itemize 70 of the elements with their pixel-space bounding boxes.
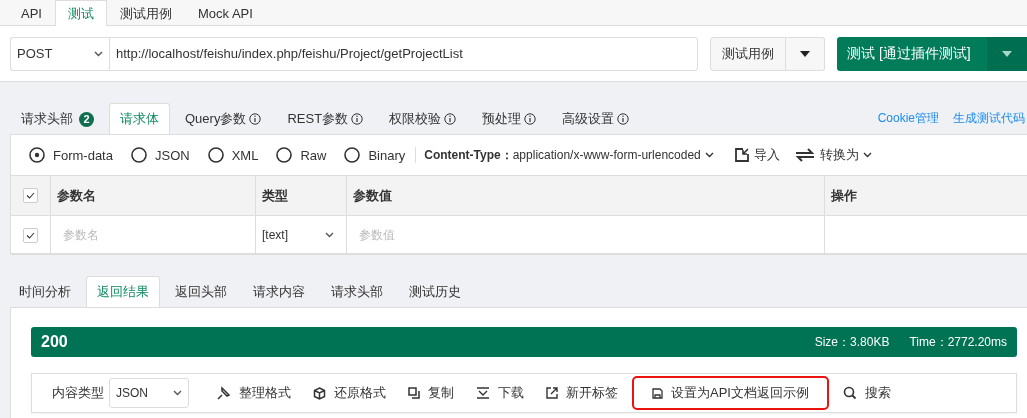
dropdown-button[interactable] [987,36,1027,71]
toolbar-button[interactable]: 转换为 [793,146,872,164]
test-case-button[interactable]: 测试用例 [710,36,786,71]
checkbox[interactable] [23,227,38,243]
toolbar-button[interactable]: 还原格式 [305,376,394,410]
save-icon [652,387,663,399]
copy-icon [408,387,420,399]
radio-option[interactable]: XML [207,147,259,163]
chevron-down-icon [173,390,182,396]
toolbar-button[interactable]: 搜索 [834,376,899,410]
tab[interactable]: 请求内容 [242,276,316,307]
radio-option[interactable]: Raw [276,147,327,163]
tab[interactable]: 请求头部 2 [10,103,105,134]
cube-icon [313,386,326,400]
chevron-down-icon [93,50,103,57]
tab[interactable]: 测试用例 [106,0,185,26]
radio-option[interactable]: Binary [344,147,406,163]
radio-option[interactable]: JSON [130,147,190,163]
check-icon [26,192,35,199]
tab[interactable]: 返回头部 [164,276,238,307]
content-type-label: Content-Type： [424,146,513,164]
swap-arrows-icon [793,147,816,163]
tab[interactable]: 请求头部 [320,276,394,307]
chevron-down-icon [704,152,714,158]
type-select[interactable]: [text] [262,228,346,242]
tab[interactable]: 高级设置 [551,103,641,134]
pin-icon [217,386,231,400]
download-icon [476,387,490,399]
tab[interactable]: 权限校验 [378,103,468,134]
tab[interactable]: 测试历史 [398,276,472,307]
toolbar-button[interactable]: 导入 [733,146,780,164]
dropdown-button[interactable] [786,36,825,71]
chevron-down-icon [325,232,334,238]
toolbar-button[interactable]: 下载 [468,376,532,410]
tab[interactable]: 返回结果 [86,276,160,307]
external-link-icon [546,387,558,399]
chevron-down-icon [862,152,872,158]
tab[interactable]: 请求体 [109,103,170,134]
tab[interactable]: Mock API [184,0,266,26]
tab[interactable]: Query参数 [174,103,273,134]
checkbox[interactable] [23,188,38,203]
size-text: Size：3.80KB [814,333,890,351]
content-type-select[interactable]: application/x-www-form-urlencoded [512,148,714,162]
column-header: 参数名 [57,186,96,205]
method-select[interactable]: POST [10,36,109,71]
toolbar-button[interactable]: 设置为API文档返回示例 [632,376,829,410]
column-header: 类型 [262,186,288,205]
column-header: 操作 [831,186,857,205]
tab[interactable]: REST参数 [276,103,375,134]
caret-down-icon [800,50,810,57]
toolbar-button[interactable]: 复制 [400,376,462,410]
toolbar-button[interactable]: 新开标签 [538,376,626,410]
import-icon [733,147,750,163]
time-text: Time：2772.20ms [909,333,1007,351]
caret-down-icon [1002,50,1012,57]
tab[interactable]: 预处理 [471,103,548,134]
tab[interactable]: 时间分析 [8,276,82,307]
tab[interactable]: API [8,0,55,26]
tab[interactable]: 测试 [54,0,107,26]
check-icon [26,231,35,239]
test-button[interactable]: 测试 [通过插件测试] [837,36,987,71]
radio-option[interactable]: Form-data [29,147,113,163]
content-type-select[interactable]: JSON [109,378,189,408]
content-type-label: 内容类型 [52,384,104,402]
status-code: 200 [41,333,68,351]
url-field[interactable]: http://localhost/feishu/index.php/feishu/Project/getProjectList [108,36,698,71]
count-badge: 2 [79,111,94,127]
search-icon [842,386,857,400]
toolbar-button[interactable]: 整理格式 [209,376,299,410]
column-header: 参数值 [353,186,392,205]
